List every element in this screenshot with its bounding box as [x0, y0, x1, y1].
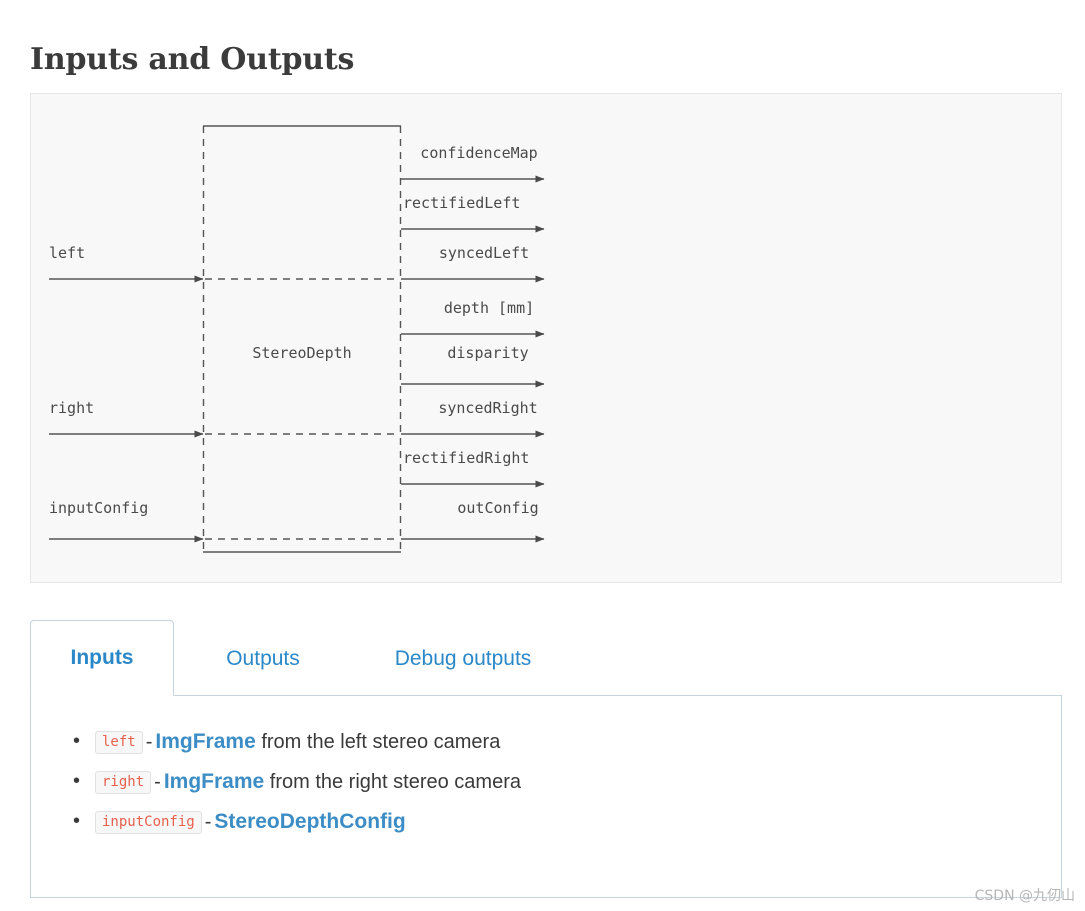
list-item-description: from the left stereo camera [261, 731, 501, 753]
diagram-output-label-confidencemap: confidenceMap [420, 144, 537, 162]
type-link-stereodepthconfig[interactable]: StereoDepthConfig [214, 810, 405, 833]
page-root: Inputs and Outputs StereoDepth left righ… [0, 0, 1085, 911]
list-item: right-ImgFrame from the right stereo cam… [73, 762, 1061, 802]
diagram-output-label-outconfig: outConfig [457, 499, 538, 517]
code-badge-right: right [95, 771, 152, 794]
diagram-output-label-disparity: disparity [447, 344, 528, 362]
tab-outputs-label: Outputs [226, 646, 300, 670]
diagram-input-label-inputconfig: inputConfig [49, 499, 148, 517]
diagram-node-label: StereoDepth [252, 344, 351, 362]
tab-outputs[interactable]: Outputs [196, 620, 330, 696]
tab-panel-inputs: left-ImgFrame from the left stereo camer… [30, 695, 1062, 898]
diagram-output-label-syncedright: syncedRight [438, 399, 537, 417]
list-item-separator: - [154, 771, 161, 793]
list-item-separator: - [145, 731, 153, 753]
list-item-separator: - [204, 811, 212, 833]
list-item: left-ImgFrame from the left stereo camer… [73, 722, 1061, 762]
stereodepth-node-diagram: StereoDepth left right inputConfig confi… [49, 125, 545, 553]
tab-debug-outputs-label: Debug outputs [394, 646, 532, 670]
tab-inputs[interactable]: Inputs [30, 620, 174, 696]
code-badge-inputconfig: inputConfig [95, 811, 202, 834]
tab-debug-outputs[interactable]: Debug outputs [352, 620, 574, 696]
list-item-description: from the right stereo camera [269, 771, 521, 793]
diagram-output-label-rectifiedright: rectifiedRight [403, 449, 529, 467]
diagram-output-label-rectifiedleft: rectifiedLeft [403, 194, 520, 212]
code-badge-left: left [95, 731, 143, 754]
inputs-list: left-ImgFrame from the left stereo camer… [31, 696, 1061, 842]
diagram-output-label-depth: depth [mm] [444, 299, 534, 317]
type-link-imgframe[interactable]: ImgFrame [164, 770, 264, 793]
diagram-input-label-right: right [49, 399, 94, 417]
diagram-input-label-left: left [49, 244, 85, 262]
type-link-imgframe[interactable]: ImgFrame [155, 730, 255, 753]
diagram-panel: StereoDepth left right inputConfig confi… [30, 93, 1062, 583]
watermark: CSDN @九仞山 [974, 888, 1075, 904]
tab-inputs-label: Inputs [70, 646, 134, 669]
tab-strip: Inputs Outputs Debug outputs [30, 620, 1062, 696]
list-item: inputConfig-StereoDepthConfig [73, 802, 1061, 842]
diagram-output-label-syncedleft: syncedLeft [439, 244, 529, 262]
page-title: Inputs and Outputs [30, 42, 355, 78]
